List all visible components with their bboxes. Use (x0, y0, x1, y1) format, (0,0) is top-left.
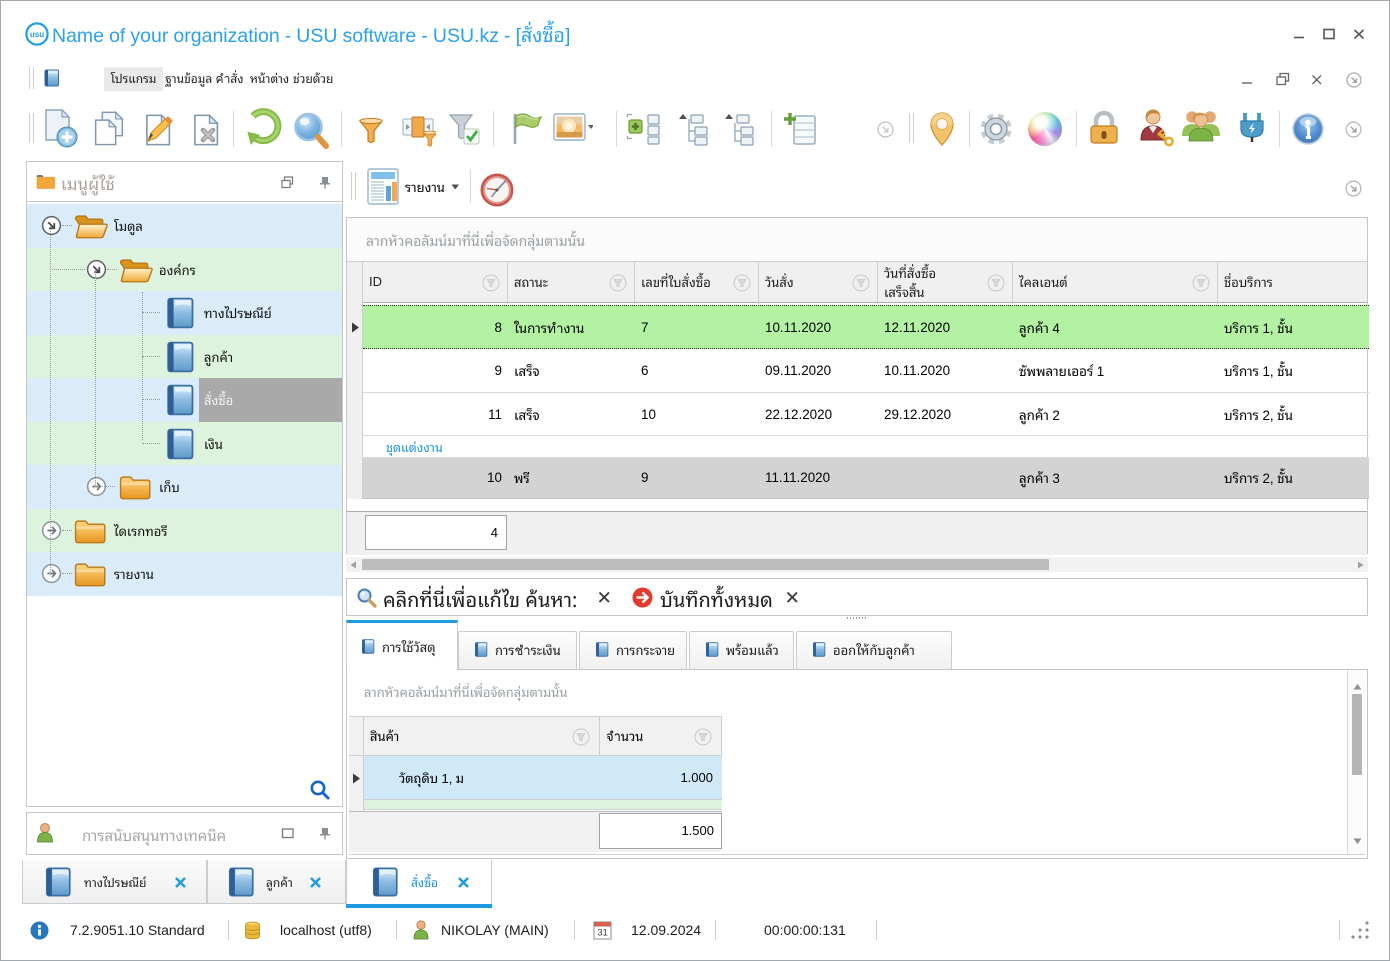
svg-text:31: 31 (597, 928, 608, 939)
svg-text:usu: usu (30, 30, 44, 39)
